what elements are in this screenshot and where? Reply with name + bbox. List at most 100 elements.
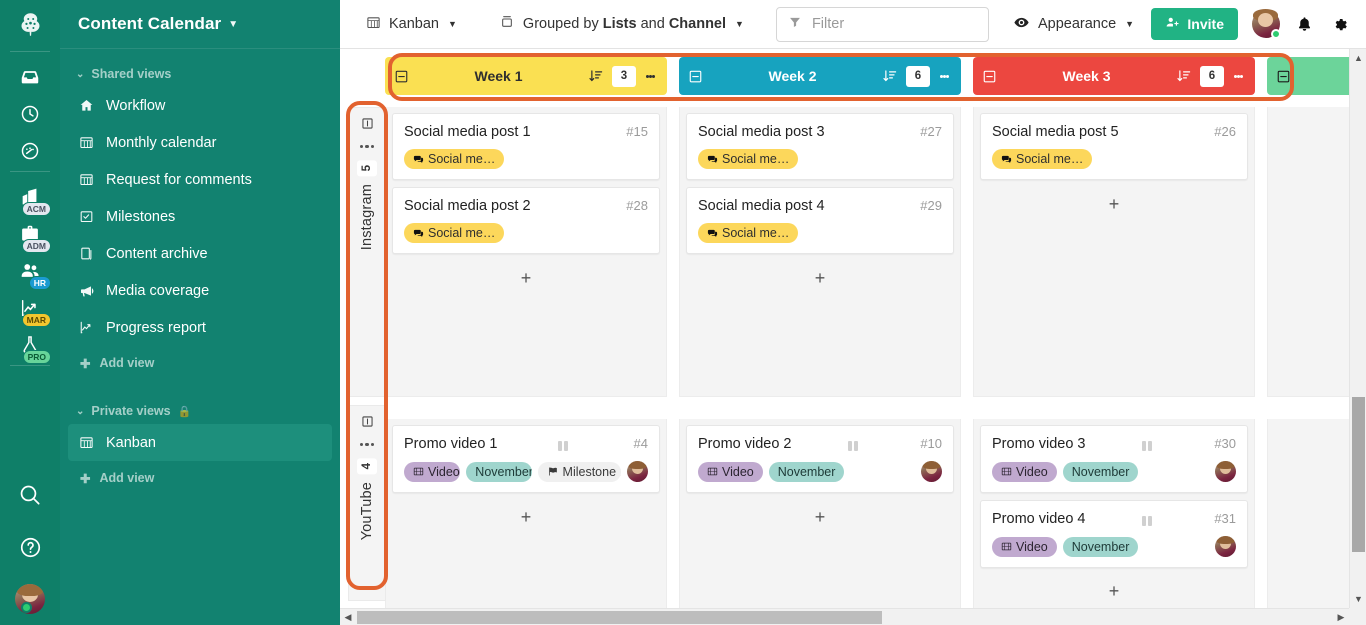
lane-cell-instagram-week2[interactable]: Social media post 3 #27 Social me… Socia… — [679, 107, 961, 397]
tag-video[interactable]: Video — [404, 461, 461, 482]
tag-social-media[interactable]: Social me… — [404, 223, 505, 243]
search-icon[interactable] — [0, 469, 60, 521]
tag-social-media[interactable]: Social me… — [992, 149, 1093, 169]
tag-social-media[interactable]: Social me… — [698, 223, 799, 243]
tag-month[interactable]: November — [768, 461, 845, 482]
sort-icon[interactable] — [588, 68, 604, 84]
sidebar-item-kanban[interactable]: Kanban — [68, 424, 332, 461]
lane-cell-youtube-next[interactable] — [1267, 419, 1349, 608]
lane-cell-instagram-week3[interactable]: Social media post 5 #26 Social me… + — [973, 107, 1255, 397]
card[interactable]: Promo video 2 #10 Video November — [686, 425, 954, 493]
scroll-right-arrow-icon[interactable]: ▶ — [1335, 609, 1347, 625]
card[interactable]: Promo video 1 #4 Video November Mileston… — [392, 425, 660, 493]
help-icon[interactable] — [0, 521, 60, 573]
card[interactable]: Social media post 1 #15 Social me… — [392, 113, 660, 180]
collapse-lane-icon[interactable] — [361, 415, 374, 433]
column-header-week-1[interactable]: Week 1 3 — [385, 57, 667, 95]
app-logo[interactable] — [0, 0, 60, 49]
lane-cell-youtube-week3[interactable]: Promo video 3 #30 Video November Promo v… — [973, 419, 1255, 608]
tag-month[interactable]: November — [1062, 536, 1139, 557]
swimlane-header-youtube[interactable]: 4 YouTube — [348, 405, 386, 601]
add-card-button[interactable]: + — [980, 189, 1248, 219]
column-header-week-3[interactable]: Week 3 6 — [973, 57, 1255, 95]
settings-gear-icon[interactable] — [1331, 15, 1350, 34]
sort-icon[interactable] — [882, 68, 898, 84]
sidebar-item-milestones[interactable]: Milestones — [68, 198, 332, 235]
scroll-down-arrow-icon[interactable]: ▼ — [1350, 592, 1366, 606]
lane-cell-youtube-week1[interactable]: Promo video 1 #4 Video November Mileston… — [385, 419, 667, 608]
avatar[interactable] — [1252, 9, 1281, 39]
sidebar-item-content-archive[interactable]: Content archive — [68, 235, 332, 272]
add-card-button[interactable]: + — [980, 577, 1248, 604]
sidebar-item-request-for-comments[interactable]: Request for comments — [68, 161, 332, 198]
column-header-next[interactable] — [1267, 57, 1349, 95]
grouped-by-selector[interactable]: Grouped by Lists and Channel ▼ — [489, 8, 754, 40]
lane-menu-icon[interactable] — [359, 443, 375, 447]
building-icon[interactable]: ACM — [0, 178, 60, 216]
card[interactable]: Social media post 4 #29 Social me… — [686, 187, 954, 254]
tag-social-media[interactable]: Social me… — [404, 149, 505, 169]
sidebar-item-monthly-calendar[interactable]: Monthly calendar — [68, 124, 332, 161]
tag-month[interactable]: November — [1062, 461, 1139, 482]
add-card-button[interactable]: + — [392, 263, 660, 293]
sort-icon[interactable] — [1176, 68, 1192, 84]
scroll-up-arrow-icon[interactable]: ▲ — [1350, 51, 1366, 65]
collapse-column-icon[interactable] — [1276, 69, 1291, 84]
column-menu-icon[interactable] — [1230, 73, 1246, 79]
collapse-lane-icon[interactable] — [361, 117, 374, 135]
card[interactable]: Social media post 2 #28 Social me… — [392, 187, 660, 254]
column-menu-icon[interactable] — [936, 73, 952, 79]
add-card-button[interactable]: + — [686, 263, 954, 293]
briefcase-icon[interactable]: ADM — [0, 215, 60, 253]
invite-button[interactable]: Invite — [1151, 8, 1238, 40]
lane-menu-icon[interactable] — [359, 145, 375, 149]
column-menu-icon[interactable] — [642, 73, 658, 79]
vertical-scrollbar[interactable]: ▲ ▼ — [1349, 49, 1366, 608]
card-assignee-avatar[interactable] — [627, 461, 648, 482]
card[interactable]: Social media post 5 #26 Social me… — [980, 113, 1248, 180]
card-assignee-avatar[interactable] — [921, 461, 942, 482]
people-icon[interactable]: HR — [0, 252, 60, 290]
sidebar-item-progress-report[interactable]: Progress report — [68, 309, 332, 346]
scroll-left-arrow-icon[interactable]: ◀ — [342, 609, 354, 625]
tag-month[interactable]: November — [466, 461, 532, 482]
card[interactable]: Promo video 3 #30 Video November — [980, 425, 1248, 493]
tag-social-media[interactable]: Social me… — [698, 149, 799, 169]
lane-cell-instagram-next[interactable] — [1267, 107, 1349, 397]
add-card-button[interactable]: + — [686, 502, 954, 532]
workspace-title[interactable]: Content Calendar ▼ — [60, 0, 340, 49]
lane-cell-youtube-week2[interactable]: Promo video 2 #10 Video November + — [679, 419, 961, 608]
tag-milestone[interactable]: Milestone 1 — [537, 461, 621, 482]
lane-cell-instagram-week1[interactable]: Social media post 1 #15 Social me… Socia… — [385, 107, 667, 397]
tag-video[interactable]: Video — [698, 461, 763, 482]
inbox-icon[interactable] — [0, 58, 60, 95]
vertical-scroll-thumb[interactable] — [1352, 397, 1365, 552]
view-selector[interactable]: Kanban ▼ — [356, 9, 467, 40]
add-view-shared-button[interactable]: ✚ Add view — [68, 348, 332, 378]
collapse-column-icon[interactable] — [394, 69, 409, 84]
sidebar-item-workflow[interactable]: Workflow — [68, 87, 332, 124]
appearance-selector[interactable]: Appearance ▼ — [1003, 8, 1144, 41]
swimlane-header-instagram[interactable]: 5 Instagram — [348, 107, 386, 397]
horizontal-scroll-thumb[interactable] — [357, 611, 882, 624]
add-card-button[interactable]: + — [392, 502, 660, 532]
add-view-private-button[interactable]: ✚ Add view — [68, 463, 332, 493]
horizontal-scrollbar[interactable]: ◀ ▶ — [340, 608, 1349, 625]
card[interactable]: Social media post 3 #27 Social me… — [686, 113, 954, 180]
card-assignee-avatar[interactable] — [1215, 536, 1236, 557]
tag-video[interactable]: Video — [992, 461, 1057, 482]
flask-icon[interactable]: PRO — [0, 326, 60, 364]
dashboard-icon[interactable] — [0, 132, 60, 169]
tag-video[interactable]: Video — [992, 536, 1057, 557]
sidebar-group-private[interactable]: ⌄ Private views 🔒 — [60, 398, 340, 424]
clock-icon[interactable] — [0, 95, 60, 132]
notifications-bell-icon[interactable] — [1296, 15, 1313, 33]
column-header-week-2[interactable]: Week 2 6 — [679, 57, 961, 95]
sidebar-group-shared[interactable]: ⌄ Shared views — [60, 61, 340, 87]
collapse-column-icon[interactable] — [982, 69, 997, 84]
sidebar-item-media-coverage[interactable]: Media coverage — [68, 272, 332, 309]
chart-icon[interactable]: MAR — [0, 289, 60, 327]
card[interactable]: Promo video 4 #31 Video November — [980, 500, 1248, 568]
card-assignee-avatar[interactable] — [1215, 461, 1236, 482]
filter-input[interactable]: Filter — [775, 6, 989, 42]
